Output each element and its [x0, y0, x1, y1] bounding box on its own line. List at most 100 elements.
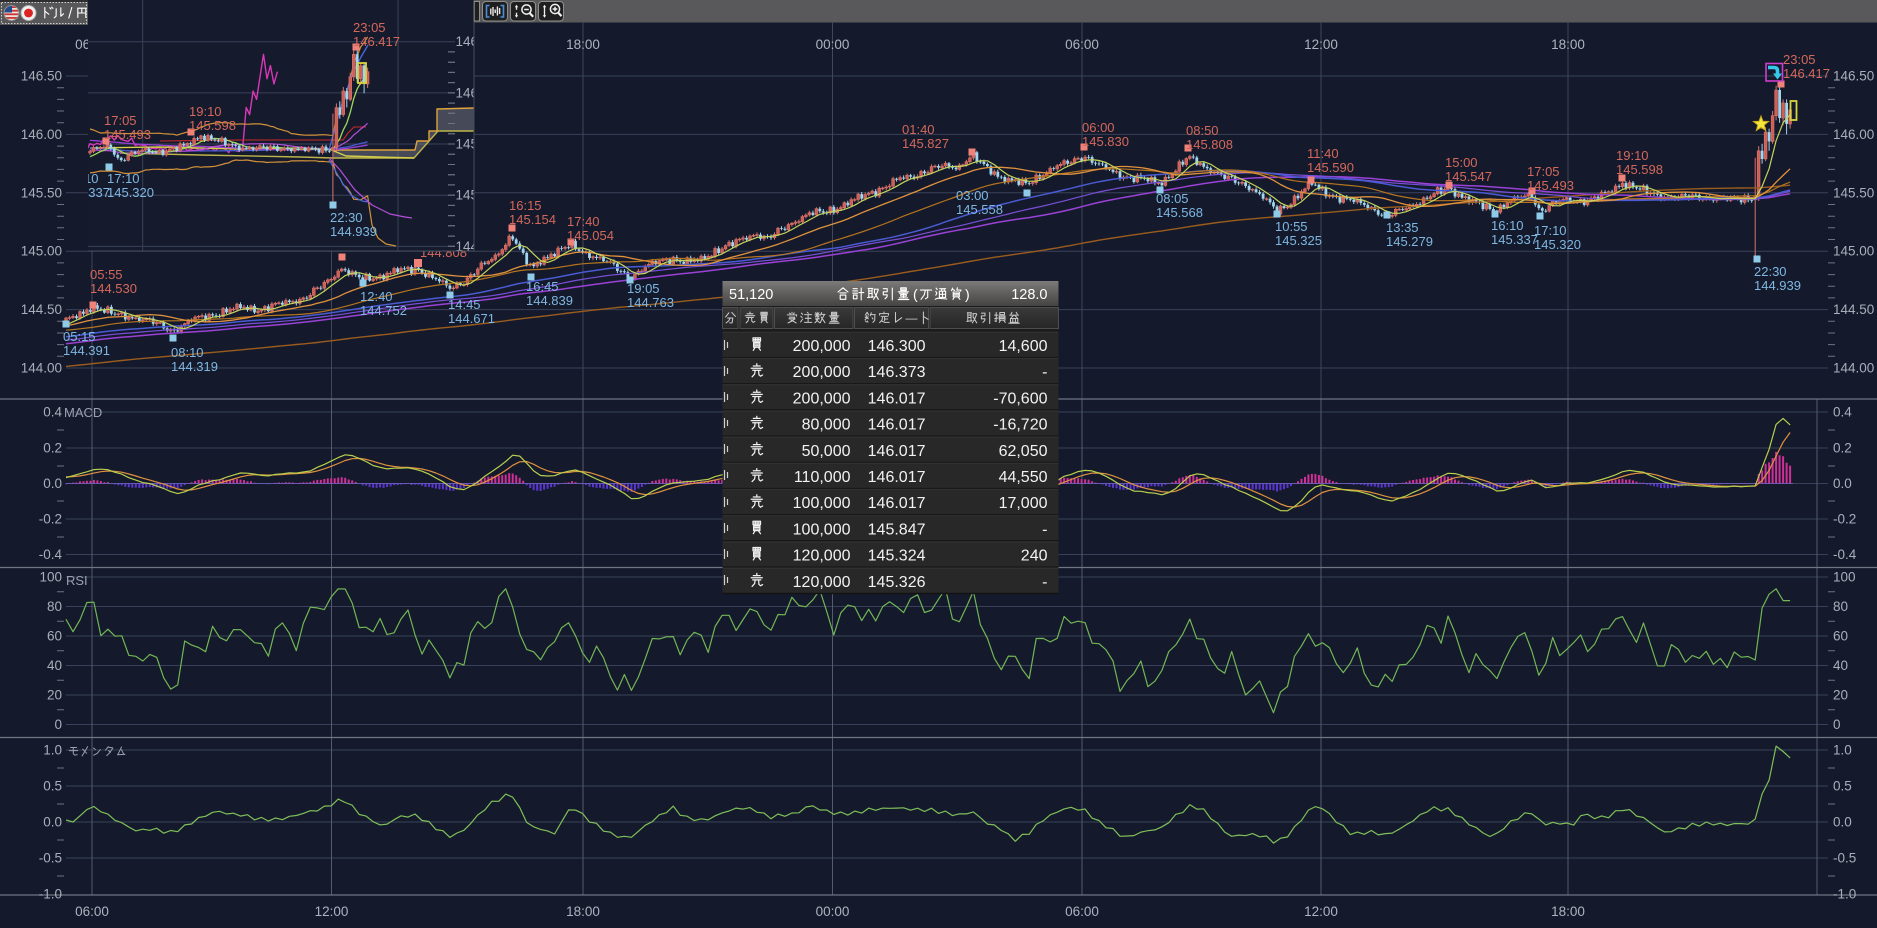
svg-text:80: 80: [1833, 599, 1848, 614]
svg-text:146.300: 146.300: [868, 338, 926, 355]
svg-text:145.598: 145.598: [189, 118, 236, 133]
svg-text:146.017: 146.017: [868, 390, 926, 407]
svg-text:145.830: 145.830: [1082, 134, 1129, 149]
svg-text:146.50: 146.50: [1833, 69, 1874, 84]
svg-text:0.0: 0.0: [43, 476, 62, 491]
svg-text:—: —: [906, 311, 918, 325]
svg-text:17,000: 17,000: [999, 495, 1048, 512]
svg-text:145.279: 145.279: [1386, 234, 1433, 249]
svg-text:-0.4: -0.4: [1833, 547, 1857, 562]
svg-text:145.50: 145.50: [21, 185, 62, 200]
svg-text:0: 0: [54, 717, 62, 732]
svg-text:120,000: 120,000: [793, 574, 851, 591]
svg-text:0.5: 0.5: [1833, 779, 1852, 794]
svg-text:145.568: 145.568: [1156, 205, 1203, 220]
svg-text:100,000: 100,000: [793, 495, 851, 512]
svg-text:145.337: 145.337: [1491, 232, 1538, 247]
svg-text:110,000: 110,000: [794, 469, 851, 486]
svg-text:18:00: 18:00: [1551, 37, 1585, 52]
svg-text:-16,720: -16,720: [993, 417, 1047, 434]
svg-text:17:05: 17:05: [1527, 164, 1560, 179]
svg-text:200,000: 200,000: [793, 338, 851, 355]
svg-text:-1.0: -1.0: [1833, 887, 1856, 902]
svg-text:13:35: 13:35: [1386, 220, 1419, 235]
svg-text:17:10: 17:10: [107, 171, 140, 186]
svg-text:62,050: 62,050: [999, 443, 1048, 460]
svg-text:06:00: 06:00: [1082, 120, 1115, 135]
svg-text:146.00: 146.00: [1833, 127, 1874, 142]
svg-text:146.373: 146.373: [868, 364, 926, 381]
svg-text:12:00: 12:00: [1304, 37, 1338, 52]
svg-text:200,000: 200,000: [793, 390, 851, 407]
svg-text:146.417: 146.417: [353, 34, 400, 49]
svg-text:144.391: 144.391: [63, 343, 110, 358]
svg-text:100,000: 100,000: [793, 521, 851, 538]
svg-text:145.827: 145.827: [902, 136, 949, 151]
svg-text:60: 60: [1833, 629, 1848, 644]
svg-text:18:00: 18:00: [566, 37, 600, 52]
svg-text:08:10: 08:10: [171, 345, 204, 360]
svg-text:144.50: 144.50: [1833, 302, 1874, 317]
svg-text:06:00: 06:00: [1065, 904, 1099, 919]
svg-text:1.0: 1.0: [1833, 743, 1852, 758]
svg-text:144.763: 144.763: [627, 295, 674, 310]
svg-text:145.154: 145.154: [509, 212, 556, 227]
svg-text:200,000: 200,000: [793, 364, 851, 381]
svg-text:145.847: 145.847: [868, 521, 926, 538]
svg-text:144.50: 144.50: [21, 302, 62, 317]
svg-text:51,120: 51,120: [729, 287, 773, 303]
svg-text:): ): [965, 286, 970, 302]
svg-text:12:00: 12:00: [315, 904, 349, 919]
svg-text:-: -: [1042, 574, 1047, 591]
svg-text:00:00: 00:00: [816, 37, 850, 52]
svg-text:0: 0: [1833, 717, 1841, 732]
svg-text:145.598: 145.598: [1616, 162, 1663, 177]
svg-text:44,550: 44,550: [999, 469, 1048, 486]
svg-text:145.558: 145.558: [956, 202, 1003, 217]
svg-text:-0.2: -0.2: [1833, 512, 1856, 527]
svg-text:144.00: 144.00: [21, 361, 62, 376]
svg-text:23:05: 23:05: [1783, 52, 1816, 67]
svg-text:100: 100: [39, 570, 62, 585]
svg-text:05:15: 05:15: [63, 329, 96, 344]
svg-text:145.493: 145.493: [1527, 178, 1574, 193]
svg-text:20: 20: [1833, 688, 1848, 703]
svg-text:06:00: 06:00: [75, 904, 109, 919]
svg-text:145.50: 145.50: [1833, 185, 1874, 200]
svg-text:146.017: 146.017: [868, 469, 926, 486]
svg-text:15:00: 15:00: [1445, 155, 1478, 170]
svg-text:100: 100: [1833, 570, 1856, 585]
svg-text:145.590: 145.590: [1307, 160, 1354, 175]
svg-text:19:10: 19:10: [189, 104, 222, 119]
svg-text:05:55: 05:55: [90, 267, 123, 282]
svg-text:144.671: 144.671: [448, 311, 495, 326]
svg-text:40: 40: [1833, 658, 1848, 673]
svg-text:-1.0: -1.0: [39, 887, 62, 902]
svg-text:145.320: 145.320: [107, 185, 154, 200]
svg-text:22:30: 22:30: [330, 210, 363, 225]
svg-text:17:10: 17:10: [1534, 223, 1567, 238]
svg-text:00:00: 00:00: [816, 904, 850, 919]
svg-text:146.017: 146.017: [868, 417, 926, 434]
svg-text:144.839: 144.839: [526, 293, 573, 308]
svg-text:145.00: 145.00: [21, 244, 62, 259]
svg-text:20: 20: [47, 688, 62, 703]
svg-text:-0.2: -0.2: [39, 512, 62, 527]
svg-text:145.325: 145.325: [1275, 233, 1322, 248]
svg-text:146.417: 146.417: [1783, 66, 1830, 81]
svg-text:0.2: 0.2: [1833, 441, 1852, 456]
svg-text:MACD: MACD: [64, 405, 102, 420]
svg-text:12:00: 12:00: [1304, 904, 1338, 919]
svg-text:-: -: [1042, 364, 1047, 381]
svg-text:16:15: 16:15: [509, 198, 542, 213]
svg-text:145.324: 145.324: [868, 548, 926, 565]
svg-text:18:00: 18:00: [1551, 904, 1585, 919]
svg-text:146.017: 146.017: [868, 495, 926, 512]
svg-text:145.808: 145.808: [1186, 137, 1233, 152]
svg-text:06:00: 06:00: [1065, 37, 1099, 52]
svg-text:0.4: 0.4: [1833, 405, 1852, 420]
svg-text:145.320: 145.320: [1534, 237, 1581, 252]
svg-text:0.4: 0.4: [43, 405, 62, 420]
svg-text:144.00: 144.00: [1833, 361, 1874, 376]
svg-text:80,000: 80,000: [802, 417, 851, 434]
